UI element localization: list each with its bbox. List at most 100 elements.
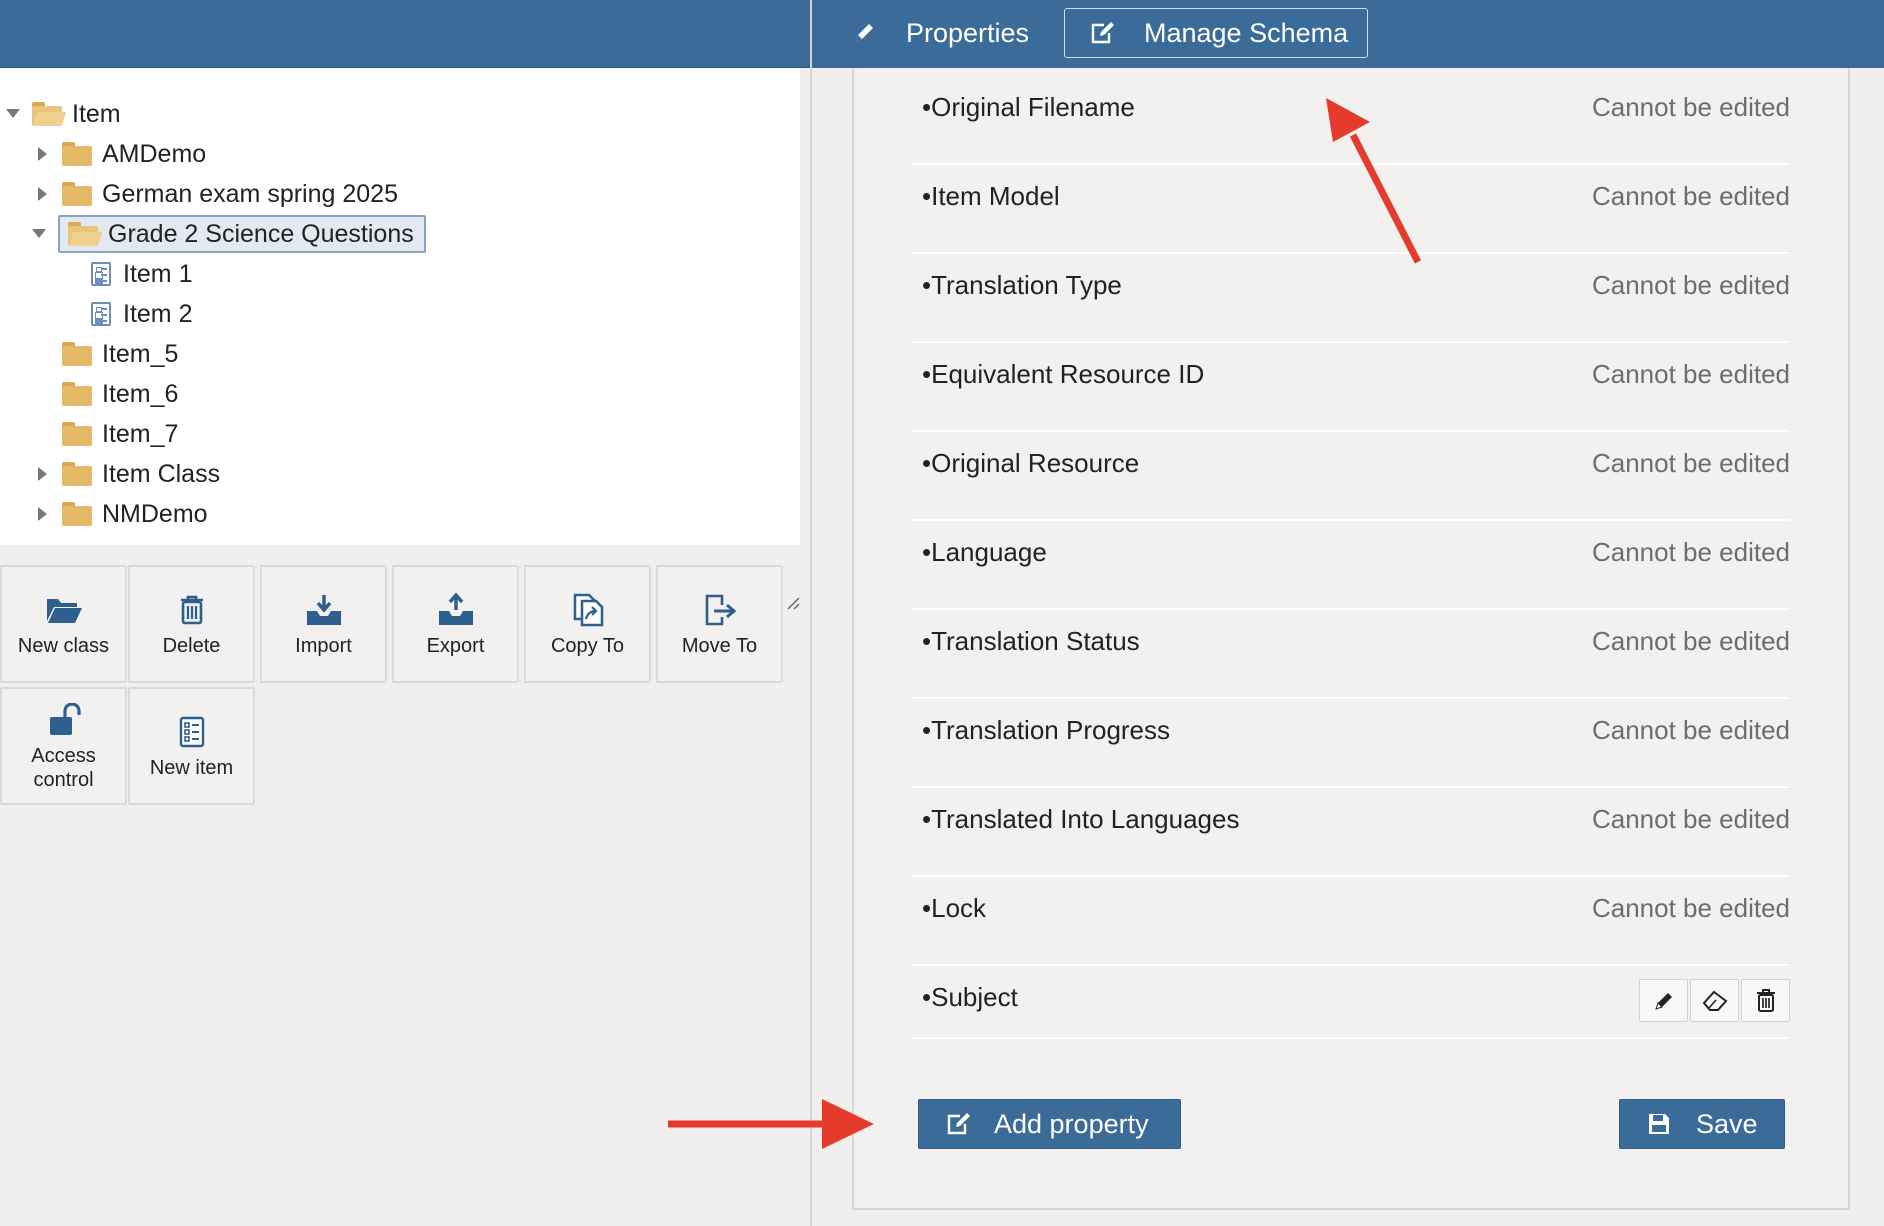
- clear-property-button[interactable]: [1690, 979, 1739, 1022]
- left-panel: Item AMDemo German exam spring 2025 Grad…: [0, 0, 810, 1226]
- folder-open-icon: [68, 222, 103, 246]
- property-name: •Original Resource: [922, 448, 1140, 478]
- delete-property-button[interactable]: [1741, 979, 1790, 1022]
- property-row: •Language Cannot be edited: [912, 521, 1790, 610]
- delete-button[interactable]: Delete: [128, 565, 255, 683]
- export-icon: [437, 590, 475, 630]
- folder-icon: [62, 502, 92, 526]
- left-header-bar: [0, 0, 810, 68]
- property-status: Cannot be edited: [1591, 181, 1790, 211]
- panel-divider: [810, 0, 812, 1226]
- expand-caret-icon[interactable]: [36, 507, 50, 521]
- annotation-arrow-up: [1326, 98, 1422, 264]
- resize-grip-icon[interactable]: [786, 596, 800, 610]
- trash-icon: [1756, 988, 1776, 1013]
- tree-node-label: Item: [72, 99, 121, 128]
- tree-node-item6[interactable]: Item_6: [62, 374, 178, 414]
- copy-to-button[interactable]: Copy To: [524, 565, 651, 683]
- add-property-label: Add property: [994, 1108, 1149, 1139]
- folder-icon: [62, 342, 92, 366]
- import-label: Import: [295, 635, 352, 657]
- item-icon: [91, 262, 111, 286]
- property-status: Cannot be edited: [1591, 804, 1790, 834]
- tree-node-german-exam[interactable]: German exam spring 2025: [36, 174, 398, 214]
- property-name: •Translation Status: [922, 626, 1140, 656]
- add-property-button[interactable]: Add property: [918, 1099, 1181, 1149]
- property-status: Cannot be edited: [1591, 92, 1790, 122]
- tree-node-label: Item_5: [102, 339, 179, 368]
- tab-properties[interactable]: Properties: [852, 8, 1052, 58]
- tree-node-nmdemo[interactable]: NMDemo: [36, 494, 208, 534]
- tree-node-item-1[interactable]: Item 1: [91, 254, 192, 294]
- folder-open-icon: [32, 102, 67, 126]
- tree-node-label: Item Class: [102, 459, 221, 488]
- tree-node-item-class[interactable]: Item Class: [36, 454, 220, 494]
- property-status: Cannot be edited: [1591, 270, 1790, 300]
- tree-node-amdemo[interactable]: AMDemo: [36, 134, 206, 174]
- tree-node-item5[interactable]: Item_5: [62, 334, 178, 374]
- tree-node-grade2-science[interactable]: Grade 2 Science Questions: [32, 214, 426, 254]
- property-status: Cannot be edited: [1591, 359, 1790, 389]
- tab-manage-schema[interactable]: Manage Schema: [1064, 8, 1368, 58]
- access-control-label: Access control: [31, 745, 96, 791]
- property-status: Cannot be edited: [1591, 448, 1790, 478]
- property-name: •Lock: [922, 893, 987, 923]
- property-row: •Lock Cannot be edited: [912, 877, 1790, 966]
- property-name: •Language: [922, 537, 1047, 567]
- floppy-disk-icon: [1647, 1112, 1671, 1136]
- right-header-bar: Properties Manage Schema: [812, 0, 1884, 68]
- property-row: •Equivalent Resource ID Cannot be edited: [912, 343, 1790, 432]
- folder-open-icon: [45, 590, 83, 630]
- edit-icon: [1090, 21, 1116, 45]
- export-button[interactable]: Export: [392, 565, 519, 683]
- tab-manage-schema-label: Manage Schema: [1144, 17, 1349, 48]
- move-to-button[interactable]: Move To: [656, 565, 783, 683]
- import-button[interactable]: Import: [260, 565, 387, 683]
- property-name: •Subject: [922, 982, 1018, 1012]
- annotation-arrow-right: [668, 1099, 874, 1149]
- tree-node-item-2[interactable]: Item 2: [91, 294, 192, 334]
- new-item-label: New item: [149, 757, 234, 779]
- tree-node-label: AMDemo: [102, 139, 207, 168]
- folder-icon: [62, 422, 92, 446]
- tree-node-label: Item_6: [102, 379, 179, 408]
- expand-caret-icon[interactable]: [36, 187, 50, 201]
- folder-icon: [62, 142, 92, 166]
- property-name: •Translated Into Languages: [922, 804, 1240, 834]
- trash-icon: [178, 590, 206, 630]
- collapse-caret-icon[interactable]: [32, 227, 46, 241]
- folder-icon: [62, 382, 92, 406]
- access-control-button[interactable]: Access control: [0, 687, 127, 805]
- property-status: Cannot be edited: [1591, 626, 1790, 656]
- edit-icon: [946, 1112, 972, 1136]
- property-name: •Original Filename: [922, 92, 1135, 122]
- save-label: Save: [1696, 1108, 1758, 1139]
- edit-property-button[interactable]: [1639, 979, 1688, 1022]
- item-icon: [91, 302, 111, 326]
- eraser-icon: [1702, 990, 1728, 1012]
- import-icon: [305, 590, 343, 630]
- property-name: •Translation Progress: [922, 715, 1171, 745]
- class-tree: Item AMDemo German exam spring 2025 Grad…: [0, 68, 800, 610]
- tree-node-root[interactable]: Item: [6, 94, 121, 134]
- property-name: •Translation Type: [922, 270, 1122, 300]
- property-row: •Subject: [912, 966, 1790, 1039]
- new-item-button[interactable]: New item: [128, 687, 255, 805]
- property-row: •Translated Into Languages Cannot be edi…: [912, 788, 1790, 877]
- tree-node-label: Item_7: [102, 419, 179, 448]
- delete-label: Delete: [162, 635, 221, 657]
- save-button[interactable]: Save: [1619, 1099, 1785, 1149]
- collapse-caret-icon[interactable]: [6, 107, 20, 121]
- property-row: •Original Resource Cannot be edited: [912, 432, 1790, 521]
- new-class-button[interactable]: New class: [0, 565, 127, 683]
- copy-icon: [571, 590, 605, 630]
- folder-icon: [62, 182, 92, 206]
- move-icon: [702, 590, 738, 630]
- expand-caret-icon[interactable]: [36, 467, 50, 481]
- expand-caret-icon[interactable]: [36, 147, 50, 161]
- property-status: Cannot be edited: [1591, 537, 1790, 567]
- pencil-icon: [1653, 990, 1675, 1012]
- property-status: Cannot be edited: [1591, 715, 1790, 745]
- tree-node-item7[interactable]: Item_7: [62, 414, 178, 454]
- selected-node-highlight[interactable]: Grade 2 Science Questions: [58, 215, 426, 253]
